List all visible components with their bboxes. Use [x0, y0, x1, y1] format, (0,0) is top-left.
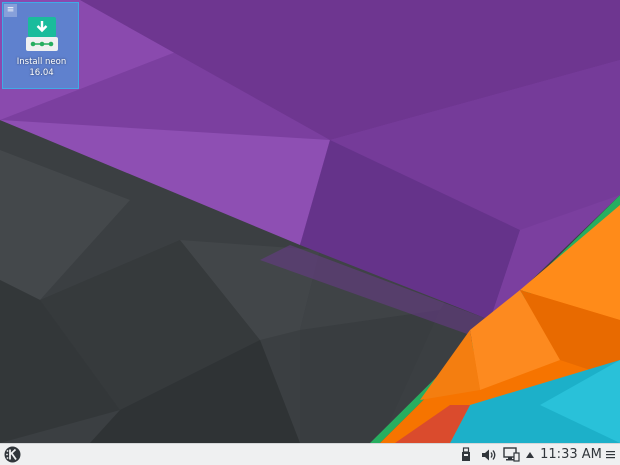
volume-icon[interactable] [480, 444, 498, 465]
device-notifier-icon[interactable] [458, 444, 474, 465]
desktop-icon-label: Install neon 16.04 [3, 57, 80, 79]
download-installer-icon [26, 17, 58, 51]
desktop-icon-label-line1: Install neon [16, 57, 67, 67]
hamburger-menu-icon[interactable]: ≡ [4, 4, 17, 17]
digital-clock[interactable]: 11:33 AM [538, 444, 604, 465]
kde-logo-icon [4, 446, 20, 463]
desktop-icon-install-neon[interactable]: ≡ Install neon 16.04 [2, 2, 79, 89]
panel-menu-icon[interactable] [604, 444, 616, 465]
expand-tray-arrow-icon[interactable] [524, 444, 536, 465]
network-display-icon[interactable] [502, 444, 520, 465]
taskbar-panel: 11:33 AM [0, 443, 620, 465]
wallpaper [0, 0, 620, 443]
desktop[interactable]: ≡ Install neon 16.04 [0, 0, 620, 443]
desktop-icon-label-line2: 16.04 [29, 68, 54, 78]
application-launcher-button[interactable] [2, 444, 22, 465]
